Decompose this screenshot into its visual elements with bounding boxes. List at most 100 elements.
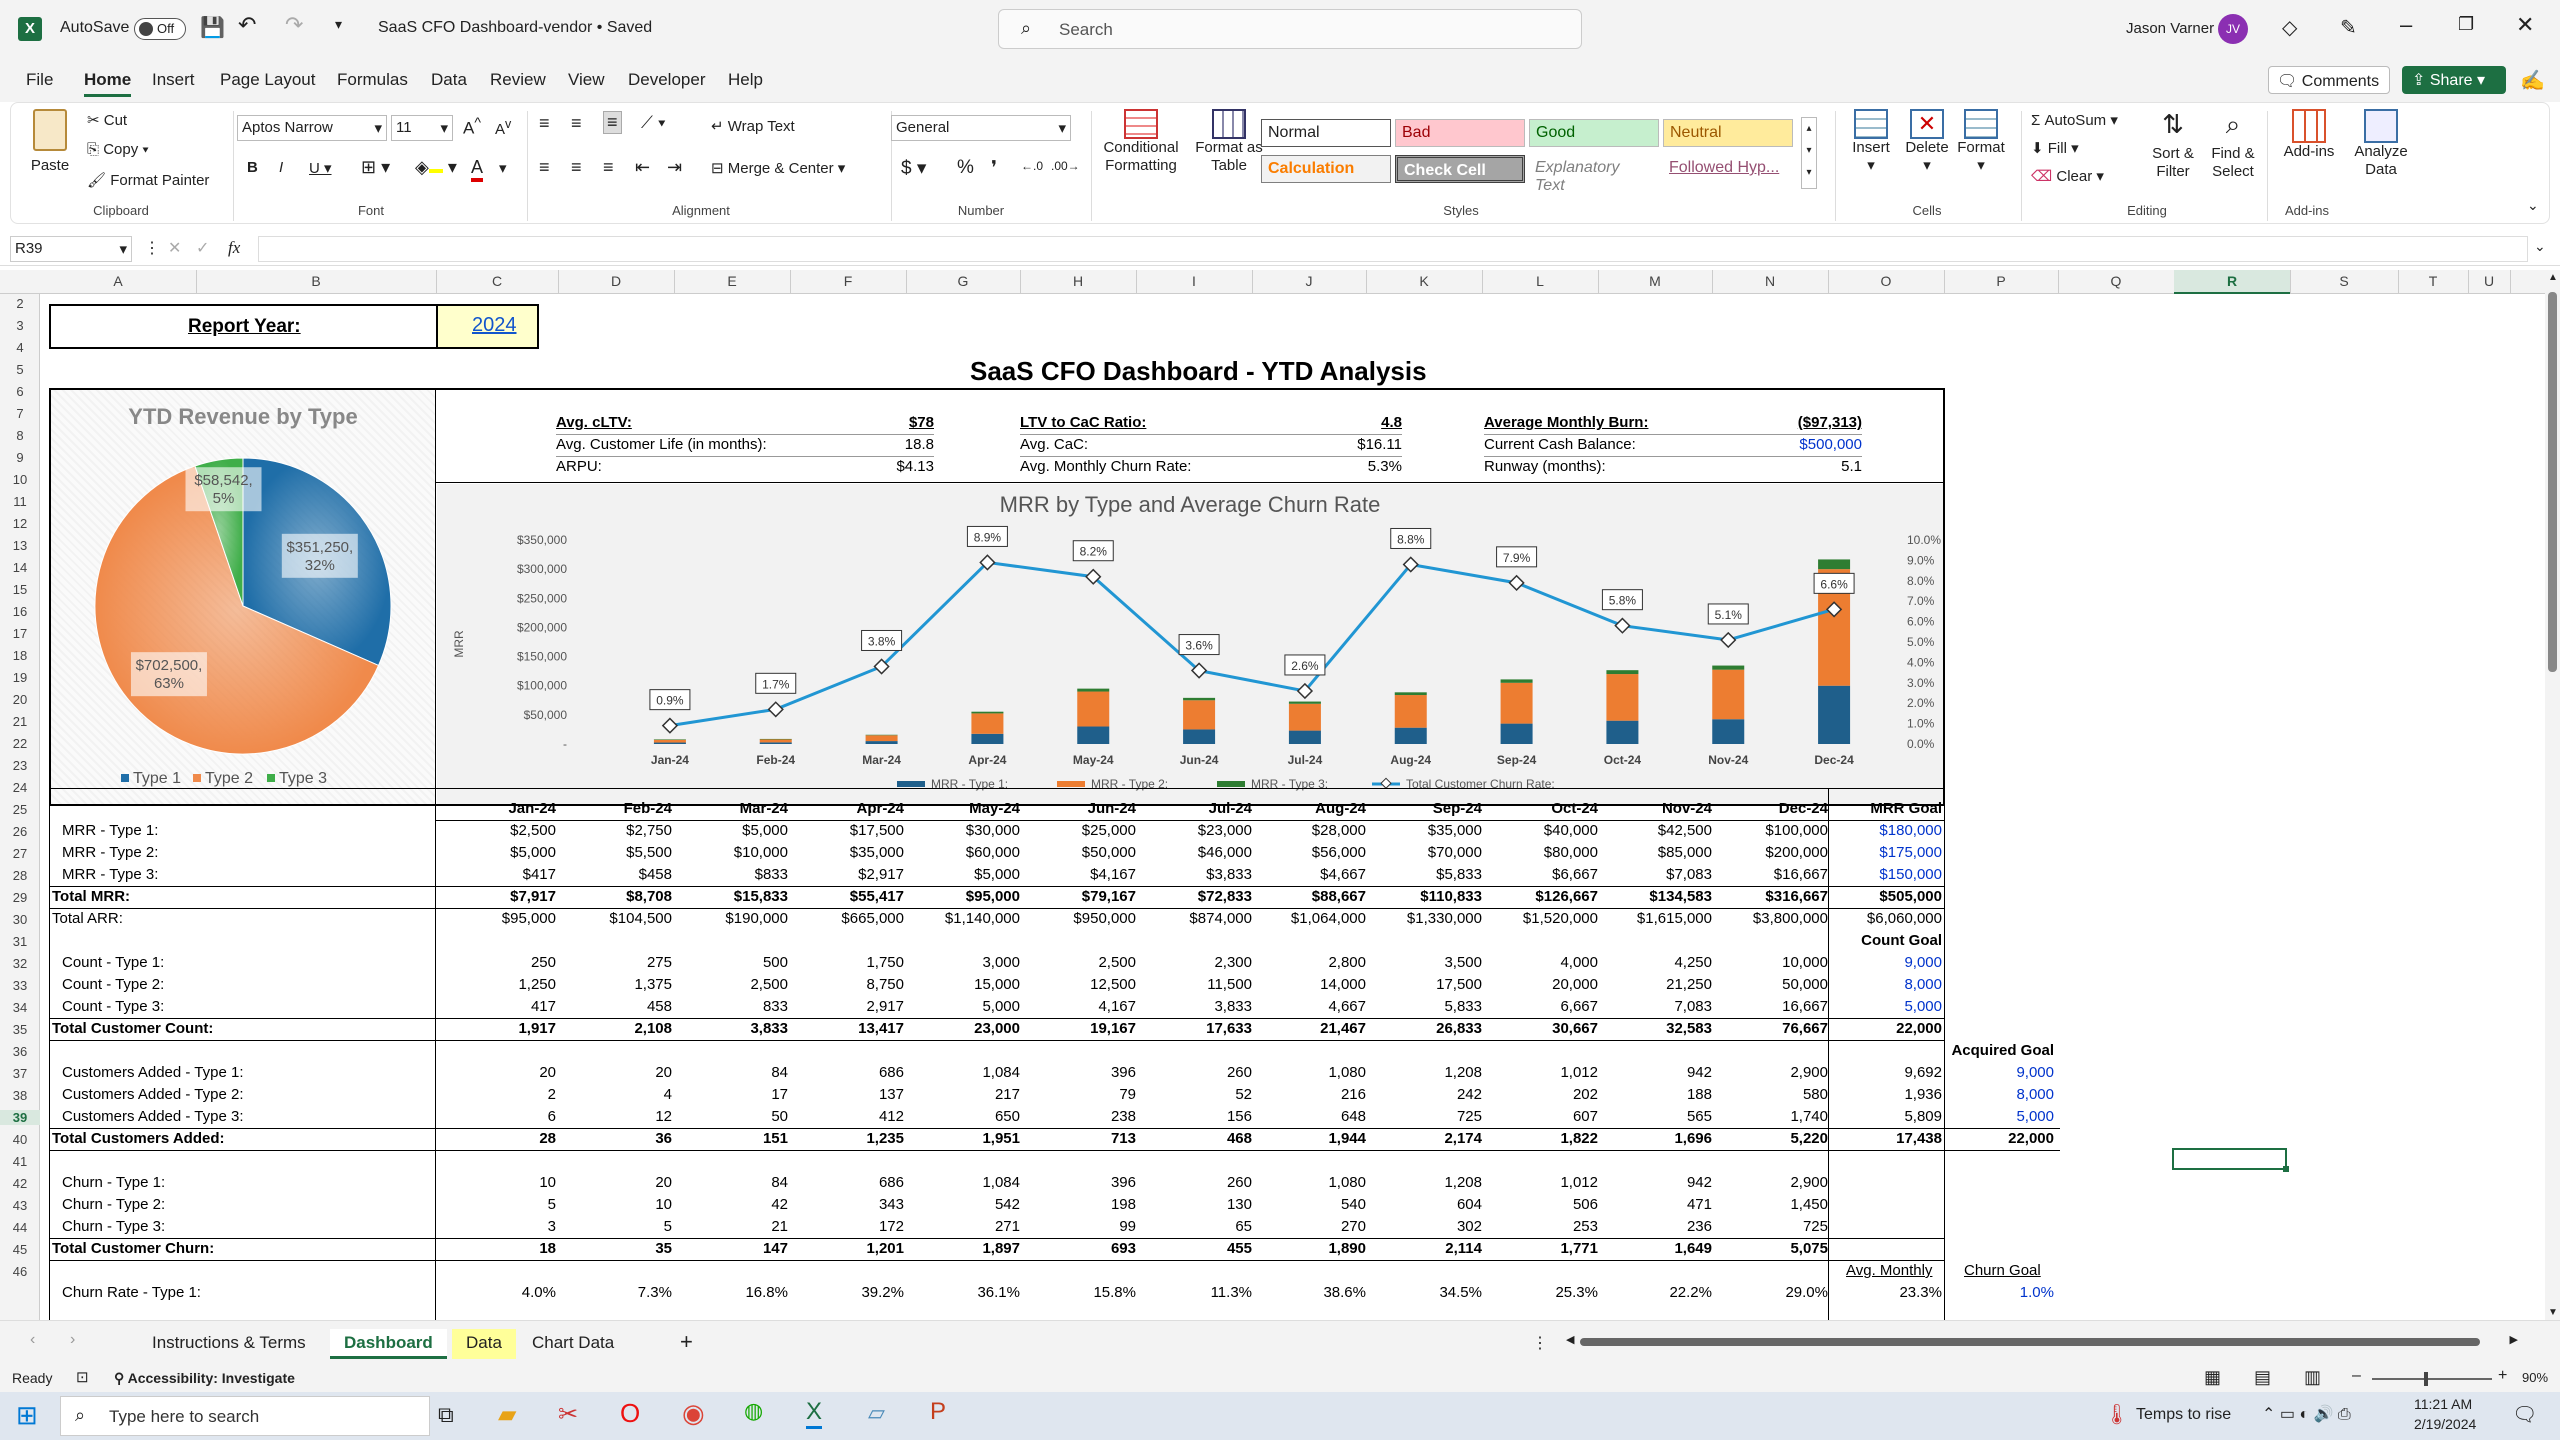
- table-cell[interactable]: 833: [763, 998, 788, 1015]
- table-cell[interactable]: 302: [1457, 1218, 1482, 1235]
- table-cell[interactable]: 10,000: [1782, 954, 1828, 971]
- row-header[interactable]: 45: [0, 1242, 40, 1257]
- goal-cell[interactable]: 23.3%: [1899, 1284, 1942, 1301]
- scroll-thumb[interactable]: [2548, 292, 2557, 672]
- column-header[interactable]: B: [196, 273, 436, 289]
- style-bad[interactable]: Bad: [1395, 119, 1525, 147]
- table-cell[interactable]: $5,000: [974, 866, 1020, 883]
- table-cell[interactable]: 1,771: [1560, 1240, 1598, 1257]
- goal-cell-p[interactable]: 9,000: [2016, 1064, 2054, 1081]
- table-cell[interactable]: 725: [1803, 1218, 1828, 1235]
- bar-segment[interactable]: [1712, 669, 1745, 720]
- font-size-select[interactable]: 11 ▾: [391, 115, 453, 141]
- column-header[interactable]: O: [1828, 273, 1944, 289]
- table-cell[interactable]: 3,000: [982, 954, 1020, 971]
- mrr-chart-area[interactable]: MRR by Type and Average Churn Rate $350,0…: [437, 484, 1964, 804]
- table-cell[interactable]: 12: [655, 1108, 672, 1125]
- row-header[interactable]: 2: [0, 296, 40, 311]
- table-cell[interactable]: 471: [1687, 1196, 1712, 1213]
- row-header[interactable]: 27: [0, 846, 40, 861]
- scroll-right-icon[interactable]: ▶: [2510, 1333, 2518, 1346]
- table-cell[interactable]: 686: [879, 1064, 904, 1081]
- table-cell[interactable]: 1,080: [1328, 1174, 1366, 1191]
- table-cell[interactable]: 84: [771, 1174, 788, 1191]
- table-cell[interactable]: $200,000: [1765, 844, 1828, 861]
- comma-icon[interactable]: ❜: [991, 157, 997, 180]
- table-cell[interactable]: $3,833: [1206, 866, 1252, 883]
- table-cell[interactable]: $42,500: [1658, 822, 1712, 839]
- table-cell[interactable]: 5,075: [1790, 1240, 1828, 1257]
- bar-segment[interactable]: [1818, 559, 1851, 570]
- table-cell[interactable]: $126,667: [1535, 888, 1598, 905]
- table-cell[interactable]: $2,917: [858, 866, 904, 883]
- expand-formula-icon[interactable]: ⌄: [2534, 238, 2546, 255]
- table-cell[interactable]: $5,000: [742, 822, 788, 839]
- table-cell[interactable]: 21,250: [1666, 976, 1712, 993]
- row-header[interactable]: 3: [0, 318, 40, 333]
- table-cell[interactable]: 2,900: [1790, 1064, 1828, 1081]
- table-cell[interactable]: $665,000: [841, 910, 904, 927]
- menu-view[interactable]: View: [568, 70, 605, 90]
- vertical-scrollbar[interactable]: ▲ ▼: [2545, 270, 2560, 1320]
- bar-segment[interactable]: [1394, 692, 1427, 696]
- table-cell[interactable]: $7,083: [1666, 866, 1712, 883]
- undo-icon[interactable]: ↶: [238, 12, 256, 38]
- table-cell[interactable]: 11.3%: [1211, 1284, 1252, 1301]
- table-cell[interactable]: 4,667: [1328, 998, 1366, 1015]
- delete-cells-button[interactable]: ✕ Delete ▾: [1897, 109, 1957, 174]
- cancel-icon[interactable]: ✕: [168, 238, 181, 258]
- table-cell[interactable]: 3: [548, 1218, 556, 1235]
- table-cell[interactable]: $72,833: [1198, 888, 1252, 905]
- table-cell[interactable]: 52: [1235, 1086, 1252, 1103]
- column-header[interactable]: E: [674, 273, 790, 289]
- table-cell[interactable]: $1,064,000: [1291, 910, 1366, 927]
- find-select-button[interactable]: ⌕ Find & Select: [2201, 109, 2265, 181]
- bar-segment[interactable]: [1606, 670, 1639, 675]
- table-cell[interactable]: 20,000: [1552, 976, 1598, 993]
- table-cell[interactable]: 580: [1803, 1086, 1828, 1103]
- row-header[interactable]: 20: [0, 692, 40, 707]
- table-cell[interactable]: 3,833: [750, 1020, 788, 1037]
- table-cell[interactable]: 604: [1457, 1196, 1482, 1213]
- table-cell[interactable]: $6,667: [1552, 866, 1598, 883]
- table-cell[interactable]: 7.3%: [638, 1284, 672, 1301]
- goal-cell[interactable]: Count Goal: [1861, 932, 1942, 949]
- goal-cell[interactable]: $6,060,000: [1867, 910, 1942, 927]
- table-cell[interactable]: 1,951: [982, 1130, 1020, 1147]
- powerpoint-icon[interactable]: P: [930, 1398, 946, 1426]
- table-cell[interactable]: 4: [664, 1086, 672, 1103]
- italic-icon[interactable]: I: [279, 159, 283, 176]
- cut-button[interactable]: ✂ Cut: [87, 111, 127, 129]
- font-color-icon[interactable]: A: [471, 157, 484, 182]
- table-cell[interactable]: 1,235: [866, 1130, 904, 1147]
- row-header[interactable]: 33: [0, 978, 40, 993]
- table-cell[interactable]: 1,012: [1560, 1064, 1598, 1081]
- table-cell[interactable]: $5,833: [1436, 866, 1482, 883]
- style-neutral[interactable]: Neutral: [1663, 119, 1793, 147]
- goal-cell[interactable]: $180,000: [1879, 822, 1942, 839]
- bar-segment[interactable]: [1818, 685, 1851, 744]
- style-calculation[interactable]: Calculation: [1261, 155, 1391, 183]
- table-cell[interactable]: 25.3%: [1555, 1284, 1598, 1301]
- bar-segment[interactable]: [1500, 682, 1533, 724]
- row-header[interactable]: 14: [0, 560, 40, 575]
- goal-cell[interactable]: 5,809: [1904, 1108, 1942, 1125]
- row-header[interactable]: 36: [0, 1044, 40, 1059]
- table-cell[interactable]: 468: [1227, 1130, 1252, 1147]
- bar-segment[interactable]: [1077, 691, 1110, 727]
- column-header[interactable]: F: [790, 273, 906, 289]
- table-cell[interactable]: $50,000: [1082, 844, 1136, 861]
- goal-cell[interactable]: $505,000: [1879, 888, 1942, 905]
- search-box[interactable]: ⌕ Search: [998, 9, 1582, 49]
- table-cell[interactable]: $95,000: [966, 888, 1020, 905]
- churn-marker[interactable]: [767, 701, 784, 718]
- bar-segment[interactable]: [971, 711, 1004, 714]
- bar-segment[interactable]: [971, 713, 1004, 734]
- horizontal-scrollbar[interactable]: ◀ ▶: [1562, 1333, 2522, 1349]
- table-cell[interactable]: 21,467: [1320, 1020, 1366, 1037]
- row-header[interactable]: 11: [0, 494, 40, 509]
- weather-text[interactable]: Temps to rise: [2136, 1406, 2231, 1424]
- table-cell[interactable]: $30,000: [966, 822, 1020, 839]
- column-header[interactable]: C: [436, 273, 558, 289]
- table-cell[interactable]: 202: [1573, 1086, 1598, 1103]
